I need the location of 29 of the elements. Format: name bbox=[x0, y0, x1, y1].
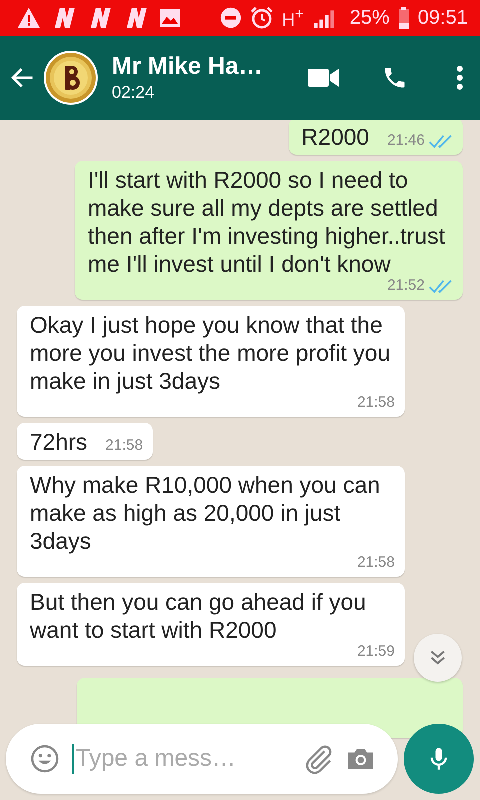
message-time: 21:59 bbox=[357, 642, 395, 662]
message-time: 21:58 bbox=[357, 393, 395, 413]
message-text: 72hrs bbox=[30, 428, 88, 456]
emoji-icon[interactable] bbox=[30, 744, 60, 774]
message-text: But then you can go ahead if you want to start with R2000 bbox=[30, 588, 368, 644]
video-call-icon[interactable] bbox=[308, 67, 340, 89]
do-not-disturb-icon bbox=[220, 7, 242, 29]
message-time: 21:46 bbox=[387, 131, 425, 151]
paperclip-icon[interactable] bbox=[304, 744, 334, 774]
warning-icon bbox=[16, 6, 42, 30]
network-type: H$^{+}$ bbox=[282, 6, 304, 30]
more-options-icon[interactable] bbox=[456, 65, 464, 91]
message-time: 21:58 bbox=[357, 553, 395, 573]
message-time: 21:58 bbox=[106, 436, 144, 456]
alarm-icon bbox=[250, 6, 274, 30]
double-chevron-down-icon bbox=[429, 649, 447, 667]
battery-percentage: 25% bbox=[350, 6, 390, 30]
message-text: I'll start with R2000 so I need to make sure all my depts are settled then after I'm investing higher..trust me I'll invest until I don't know bbox=[88, 166, 446, 278]
message-text: Why make R10,000 when you can make as high as 20,000 in just 3days bbox=[30, 471, 382, 555]
contact-status: 02:24 bbox=[112, 83, 156, 103]
image-icon bbox=[158, 6, 182, 30]
message-time: 21:52 bbox=[387, 276, 425, 296]
clock: 09:51 bbox=[418, 6, 468, 30]
battery-icon bbox=[398, 6, 410, 30]
message-text: R2000 bbox=[302, 123, 370, 151]
message-text: Okay I just hope you know that the more you invest the more profit you make in just 3days bbox=[30, 311, 392, 395]
message-input-field[interactable]: Type a mess… bbox=[72, 744, 292, 774]
contact-name[interactable]: Mr Mike Ha… bbox=[112, 53, 266, 81]
scroll-down-button[interactable] bbox=[414, 634, 462, 682]
